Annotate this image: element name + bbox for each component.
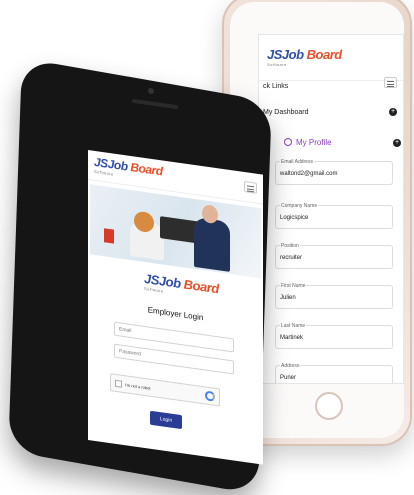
hamburger-menu-icon[interactable] bbox=[244, 180, 257, 194]
email-field[interactable]: Email Address waltond2@gmail.com bbox=[275, 159, 393, 185]
login-button[interactable]: Login bbox=[150, 410, 182, 430]
company-name-field[interactable]: Company Name Logicspice bbox=[275, 203, 393, 229]
recaptcha-widget[interactable]: I'm not a robot bbox=[110, 373, 220, 407]
red-chair-shape bbox=[104, 228, 114, 244]
expand-plus-icon[interactable]: + bbox=[393, 139, 401, 147]
my-dashboard-item[interactable]: My Dashboard + bbox=[259, 108, 403, 116]
first-name-field[interactable]: First Name Julien bbox=[275, 283, 393, 309]
recaptcha-logo-icon bbox=[205, 390, 215, 402]
android-device: JSJob Board Software JSJob Board Softwar… bbox=[8, 58, 272, 495]
address-field[interactable]: Address Puner bbox=[275, 363, 393, 383]
last-name-field[interactable]: Last Name Martinek bbox=[275, 323, 393, 349]
front-camera bbox=[148, 87, 154, 95]
my-profile-item[interactable]: My Profile + bbox=[284, 138, 403, 147]
recaptcha-checkbox[interactable] bbox=[115, 379, 122, 388]
home-button[interactable] bbox=[315, 392, 343, 420]
position-field[interactable]: Position recruiter bbox=[275, 243, 393, 269]
user-icon bbox=[284, 138, 292, 146]
iphone-screen: JSJob Board Software ck Links My Dashboa… bbox=[258, 34, 404, 384]
expand-plus-icon[interactable]: + bbox=[389, 108, 397, 116]
jobboard-logo[interactable]: JSJob Board Software bbox=[267, 47, 342, 67]
iphone-header: JSJob Board Software bbox=[259, 35, 403, 81]
man-figure bbox=[194, 216, 230, 272]
android-screen: JSJob Board Software JSJob Board Softwar… bbox=[88, 150, 263, 465]
hamburger-menu-icon[interactable] bbox=[384, 77, 397, 88]
jobboard-logo-large: JSJob Board Software bbox=[144, 270, 219, 297]
jobboard-logo[interactable]: JSJob Board Software bbox=[94, 155, 163, 184]
